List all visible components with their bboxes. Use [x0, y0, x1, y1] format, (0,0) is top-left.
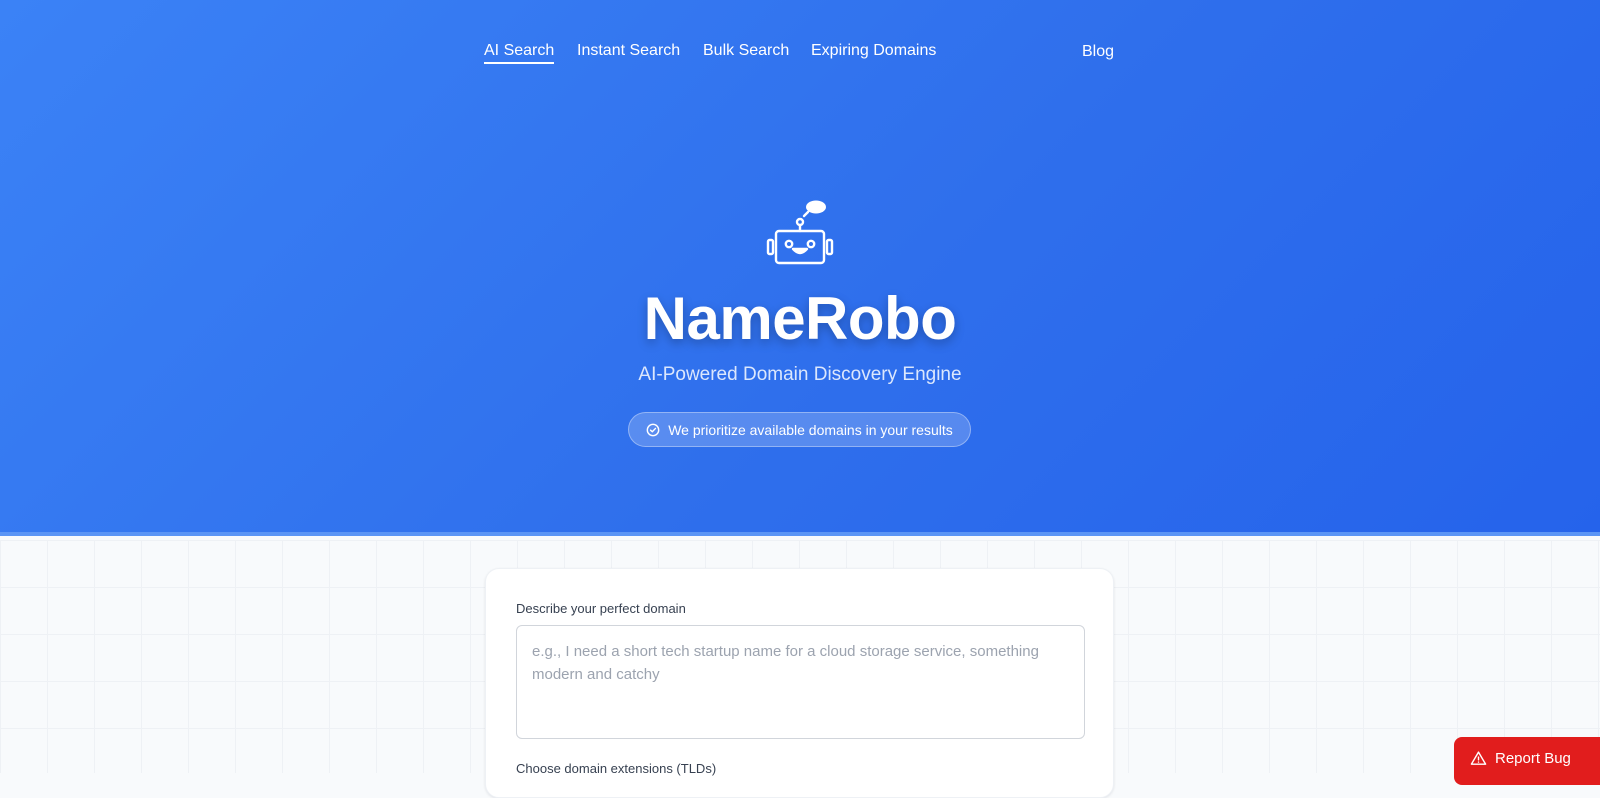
top-nav: AI Search Instant Search Bulk Search Exp… [484, 40, 1114, 70]
describe-domain-input[interactable] [516, 625, 1085, 739]
hero-section: AI Search Instant Search Bulk Search Exp… [0, 0, 1600, 536]
nav-ai-search[interactable]: AI Search [484, 42, 555, 64]
report-bug-label: Report Bug [1495, 750, 1571, 767]
report-bug-button[interactable]: Report Bug [1454, 737, 1600, 785]
nav-instant-search[interactable]: Instant Search [577, 42, 680, 60]
tld-label: Choose domain extensions (TLDs) [516, 761, 717, 776]
robot-icon [764, 198, 836, 270]
page-title: NameRobo [643, 285, 957, 352]
nav-bulk-search[interactable]: Bulk Search [703, 42, 789, 60]
describe-domain-label: Describe your perfect domain [516, 601, 686, 616]
check-circle-icon [646, 423, 660, 436]
page-subtitle: AI-Powered Domain Discovery Engine [638, 364, 962, 385]
warning-triangle-icon [1470, 751, 1487, 765]
nav-blog[interactable]: Blog [1082, 43, 1114, 61]
availability-badge-text: We prioritize available domains in your … [668, 421, 953, 438]
nav-expiring-domains[interactable]: Expiring Domains [811, 42, 936, 60]
availability-badge: We prioritize available domains in your … [628, 412, 971, 447]
search-form-card: Describe your perfect domain Choose doma… [485, 568, 1114, 798]
